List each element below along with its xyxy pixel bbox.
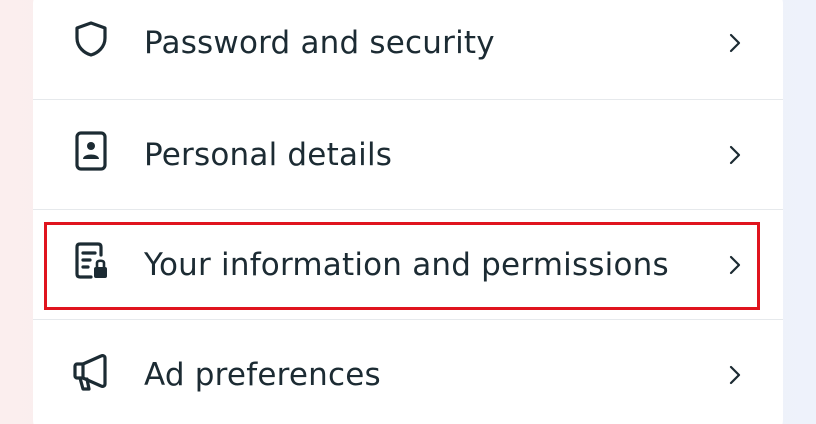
megaphone-icon [69,349,113,393]
menu-item-your-information[interactable]: Your information and permissions [33,210,783,320]
chevron-right-icon [723,143,747,167]
menu-item-label: Your information and permissions [144,247,669,283]
info-lock-icon [69,239,113,283]
shield-icon [69,17,113,61]
chevron-right-icon [723,31,747,55]
menu-item-password-security[interactable]: Password and security [33,0,783,98]
menu-item-ad-preferences[interactable]: Ad preferences [33,320,783,424]
chevron-right-icon [723,363,747,387]
settings-card: Password and security Personal details Y… [33,0,783,424]
menu-item-label: Personal details [144,137,393,173]
chevron-right-icon [723,253,747,277]
menu-item-label: Ad preferences [144,357,381,393]
id-card-icon [69,129,113,173]
menu-item-label: Password and security [144,25,495,61]
menu-item-personal-details[interactable]: Personal details [33,100,783,210]
